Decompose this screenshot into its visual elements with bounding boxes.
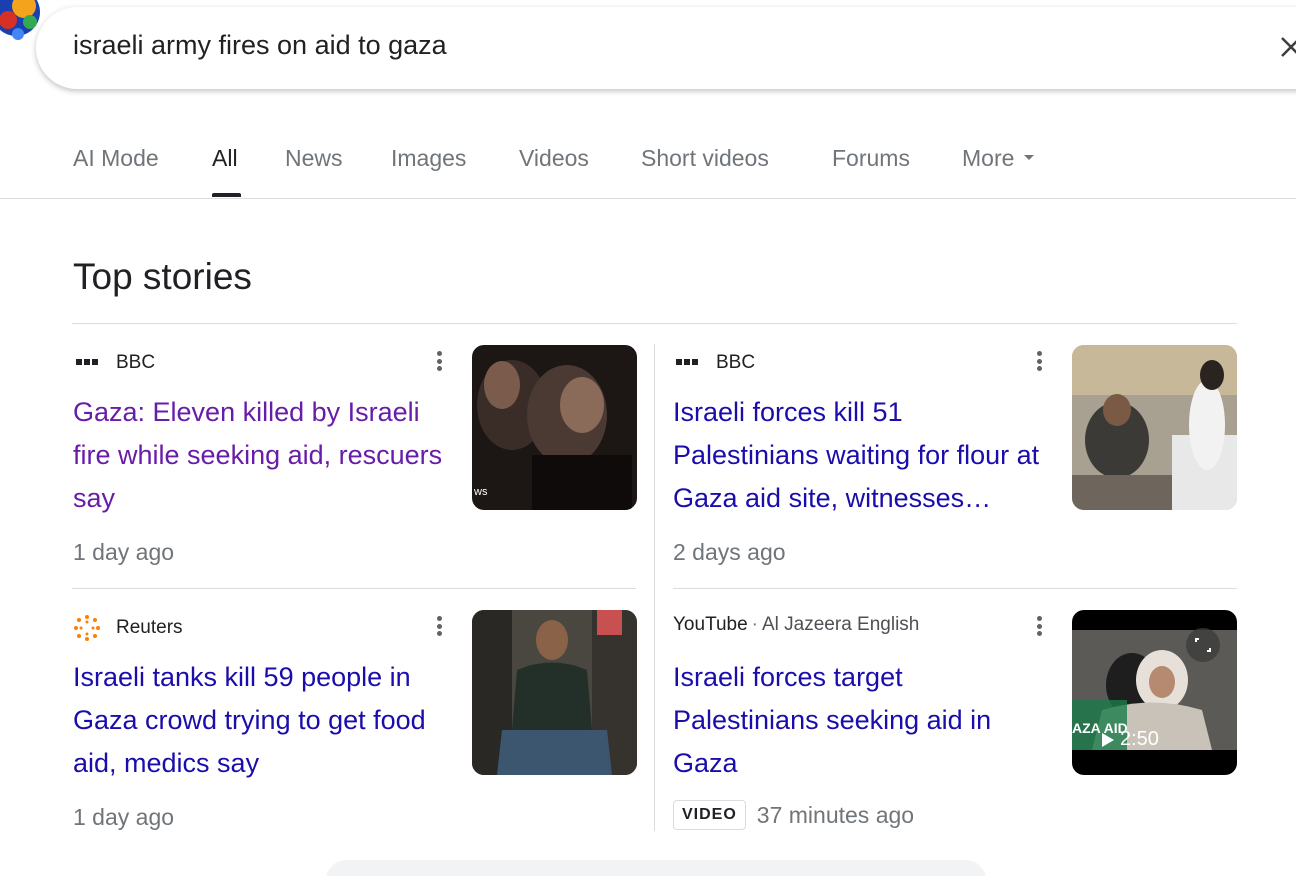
story-time: 2 days ago [673, 539, 786, 565]
video-badge: VIDEO [673, 800, 746, 830]
story-card[interactable]: BBC Gaza: Eleven killed by Israeli fire … [73, 345, 638, 585]
story-source-name: YouTube [673, 614, 748, 635]
more-news-button[interactable] [326, 860, 986, 876]
story-headline[interactable]: Israeli forces kill 51 Palestinians wait… [673, 391, 1053, 520]
close-icon[interactable] [1278, 34, 1296, 60]
story-source: BBC [73, 349, 155, 377]
story-time: 1 day ago [73, 539, 175, 565]
bbc-favicon-icon [673, 349, 701, 377]
tab-videos[interactable]: Videos [519, 145, 589, 172]
story-time: 1 day ago [73, 804, 175, 830]
video-duration-label: 2:50 [1120, 728, 1159, 750]
story-time: 37 minutes ago [756, 801, 915, 828]
svg-text:ws: ws [473, 486, 488, 498]
tab-ai-mode[interactable]: AI Mode [73, 145, 159, 172]
more-options-icon[interactable] [1029, 612, 1049, 640]
tab-more[interactable]: More [962, 145, 1035, 172]
story-card[interactable]: YouTube · Al Jazeera English Israeli for… [673, 610, 1238, 850]
story-thumbnail[interactable] [472, 610, 637, 775]
story-thumbnail[interactable] [1072, 345, 1237, 510]
story-source-name: BBC [116, 352, 156, 373]
story-headline[interactable]: Israeli tanks kill 59 people in Gaza cro… [73, 656, 453, 785]
tabs-divider [0, 198, 1296, 199]
video-duration: 2:50 [1102, 728, 1159, 751]
tab-images[interactable]: Images [391, 145, 466, 172]
tab-short-videos[interactable]: Short videos [641, 145, 769, 172]
active-tab-indicator [212, 193, 241, 197]
story-headline[interactable]: Israeli forces target Palestinians seeki… [673, 656, 1053, 785]
tab-news[interactable]: News [285, 145, 343, 172]
story-source-name: Reuters [116, 617, 183, 638]
caret-down-icon [1024, 155, 1035, 161]
story-source: YouTube · Al Jazeera English [673, 614, 919, 636]
row-divider [72, 588, 636, 589]
story-channel-name: Al Jazeera English [762, 614, 920, 635]
tab-more-label: More [962, 145, 1015, 171]
story-source: BBC [673, 349, 755, 377]
play-icon [1102, 732, 1114, 747]
story-meta: VIDEO 37 minutes ago [673, 800, 914, 830]
section-divider [72, 323, 1237, 324]
tab-forums[interactable]: Forums [832, 145, 910, 172]
source-separator: · [751, 614, 758, 635]
fullscreen-icon[interactable] [1186, 628, 1220, 662]
tab-all[interactable]: All [212, 145, 238, 172]
search-input[interactable]: israeli army fires on aid to gaza [73, 30, 447, 61]
more-options-icon[interactable] [429, 612, 449, 640]
story-source: Reuters [73, 614, 183, 642]
story-thumbnail[interactable]: ws [472, 345, 637, 510]
story-headline[interactable]: Gaza: Eleven killed by Israeli fire whil… [73, 391, 453, 520]
more-options-icon[interactable] [1029, 347, 1049, 375]
bbc-favicon-icon [73, 349, 101, 377]
row-divider [673, 588, 1237, 589]
story-source-name: BBC [716, 352, 756, 373]
more-options-icon[interactable] [429, 347, 449, 375]
story-card[interactable]: BBC Israeli forces kill 51 Palestinians … [673, 345, 1238, 585]
reuters-favicon-icon [73, 614, 101, 642]
column-divider [654, 344, 655, 831]
story-card[interactable]: Reuters Israeli tanks kill 59 people in … [73, 610, 638, 850]
section-title: Top stories [73, 256, 252, 297]
video-thumbnail[interactable]: AZA AID 2:50 [1072, 610, 1237, 775]
